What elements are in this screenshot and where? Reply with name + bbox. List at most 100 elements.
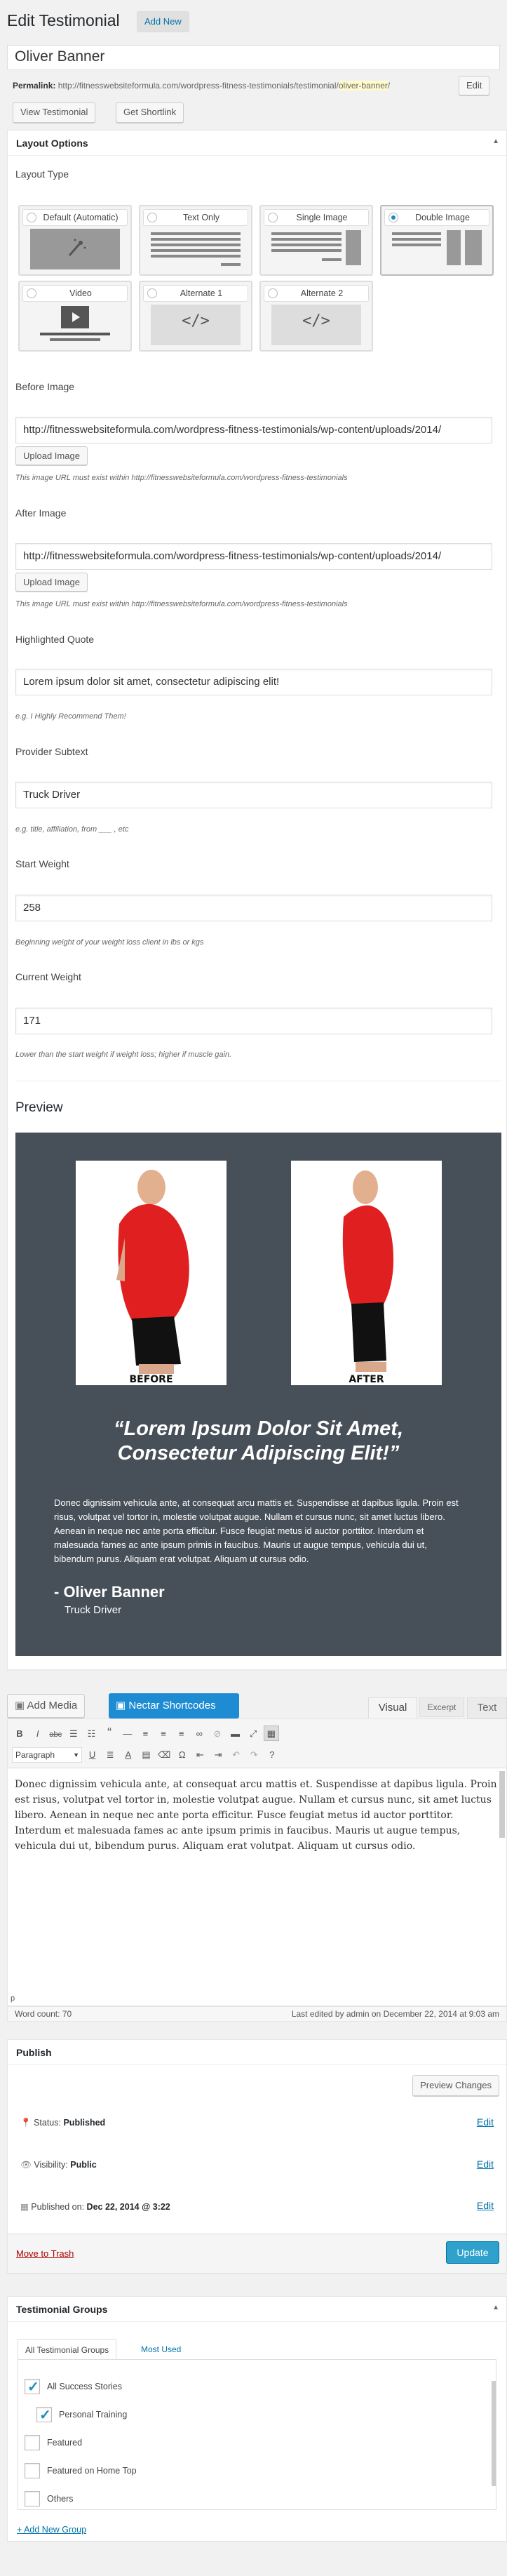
provider-subtext-hint: e.g. title, affiliation, from ___ , etc [15,825,129,834]
text-color-icon[interactable]: A [121,1747,136,1763]
double-image-icon [392,229,482,269]
preview-subtext: Truck Driver [65,1604,122,1616]
read-more-icon[interactable]: ▬ [228,1726,243,1742]
group-checkbox-personal-training[interactable] [36,2406,52,2424]
groups-scrollbar[interactable] [492,2381,496,2486]
radio-single-image[interactable] [268,213,278,222]
indent-icon[interactable]: ⇥ [210,1747,226,1763]
permalink-edit-button[interactable]: Edit [459,76,490,95]
radio-text-only[interactable] [147,213,157,222]
layout-option-alternate-2[interactable]: Alternate 2 </> [259,281,373,352]
collapse-arrow-icon[interactable]: ▲ [492,2304,499,2311]
preview-body: Donec dignissim vehicula ante, at conseq… [54,1497,459,1564]
permalink-row: Permalink: http://fitnesswebsiteformula.… [13,81,390,91]
horizontal-line-icon[interactable]: — [120,1726,135,1742]
paragraph-select[interactable]: Paragraph ▼ [12,1747,82,1763]
before-photo: BEFORE [76,1161,227,1385]
radio-default[interactable] [27,213,36,222]
layout-option-default[interactable]: Default (Automatic) [18,205,132,276]
underline-icon[interactable]: U [85,1747,100,1763]
status-edit-link[interactable]: Edit [477,2116,494,2128]
tab-visual[interactable]: Visual [368,1697,417,1719]
layout-option-alternate-1[interactable]: Alternate 1 </> [139,281,252,352]
post-title-input[interactable]: Oliver Banner [7,45,500,70]
layout-option-text-only[interactable]: Text Only [139,205,252,276]
blockquote-icon[interactable]: “ [102,1725,117,1740]
bold-icon[interactable]: B [12,1726,27,1742]
paste-text-icon[interactable]: ▤ [139,1747,154,1763]
group-checkbox-all-success[interactable] [25,2378,40,2396]
before-image-input[interactable]: http://fitnesswebsiteformula.com/wordpre… [15,417,492,443]
group-checkbox-featured-home-top[interactable] [25,2463,40,2478]
editor-content[interactable]: Donec dignissim vehicula ante, at conseq… [8,1768,506,1862]
group-label: Others [47,2494,74,2504]
add-media-button[interactable]: ▣ Add Media [7,1694,86,1718]
preview-changes-button[interactable]: Preview Changes [412,2075,499,2096]
tab-excerpt[interactable]: Excerpt [419,1697,464,1717]
radio-alternate-1[interactable] [147,288,157,298]
nectar-icon: ▣ [116,1700,126,1711]
radio-alternate-2[interactable] [268,288,278,298]
update-button[interactable]: Update [446,2241,499,2264]
before-upload-button[interactable]: Upload Image [15,446,88,465]
quote-line-2: Consectetur Adipiscing Elit!” [117,1442,400,1464]
code-icon: </> [151,305,241,345]
align-left-icon[interactable]: ≡ [137,1726,153,1742]
add-new-button[interactable]: Add New [137,11,189,32]
outdent-icon[interactable]: ⇤ [192,1747,208,1763]
media-icon: ▣ [15,1700,25,1711]
special-character-icon[interactable]: Ω [175,1747,190,1763]
move-to-trash-link[interactable]: Move to Trash [16,2248,74,2259]
numbered-list-icon[interactable]: ☷ [84,1726,100,1742]
start-weight-input[interactable]: 258 [15,895,492,921]
groups-header[interactable]: Testimonial Groups ▲ [8,2297,506,2322]
tab-all-groups[interactable]: All Testimonial Groups [18,2339,117,2360]
publish-header[interactable]: Publish [8,2040,506,2065]
clear-formatting-icon[interactable]: ⌫ [156,1747,172,1763]
permalink-slug[interactable]: oliver-banner [338,81,388,91]
toolbar-toggle-icon[interactable]: ▦ [263,1726,279,1741]
layout-option-double-image[interactable]: Double Image [380,205,494,276]
layout-option-single-image[interactable]: Single Image [259,205,373,276]
editor-scrollbar[interactable] [499,1771,505,1838]
layout-options-header[interactable]: Layout Options ▲ [8,131,506,156]
visibility-label: Visibility: [34,2160,68,2170]
undo-icon[interactable]: ↶ [229,1747,244,1763]
provider-subtext-label: Provider Subtext [15,746,88,757]
group-checkbox-others[interactable] [25,2491,40,2507]
unlink-icon[interactable]: ⊘ [210,1726,225,1742]
collapse-arrow-icon[interactable]: ▲ [492,138,499,145]
link-icon[interactable]: ∞ [191,1726,207,1742]
align-right-icon[interactable]: ≡ [174,1726,189,1742]
published-edit-link[interactable]: Edit [477,2200,494,2211]
view-testimonial-button[interactable]: View Testimonial [13,102,96,123]
strikethrough-icon[interactable]: abc [48,1727,63,1742]
permalink-label: Permalink: [13,81,56,91]
get-shortlink-button[interactable]: Get Shortlink [116,102,184,123]
radio-double-image[interactable] [388,213,398,222]
bullet-list-icon[interactable]: ☰ [66,1726,81,1742]
tab-most-used[interactable]: Most Used [141,2344,181,2354]
group-label: Featured [47,2438,83,2448]
provider-subtext-input[interactable]: Truck Driver [15,782,492,808]
permalink-base[interactable]: http://fitnesswebsiteformula.com/wordpre… [58,81,339,91]
italic-icon[interactable]: I [30,1726,46,1742]
redo-icon[interactable]: ↷ [246,1747,262,1763]
help-icon[interactable]: ? [264,1747,280,1763]
highlighted-quote-input[interactable]: Lorem ipsum dolor sit amet, consectetur … [15,669,492,695]
group-checkbox-featured[interactable] [25,2435,40,2450]
calendar-icon: ▦ [20,2202,29,2212]
group-label: Personal Training [59,2410,128,2420]
after-image-input[interactable]: http://fitnesswebsiteformula.com/wordpre… [15,543,492,570]
fullscreen-icon[interactable]: ⤢ [245,1726,261,1742]
align-center-icon[interactable]: ≡ [156,1726,171,1742]
current-weight-input[interactable]: 171 [15,1008,492,1034]
radio-video[interactable] [27,288,36,298]
nectar-shortcodes-button[interactable]: ▣ Nectar Shortcodes [109,1693,239,1719]
layout-option-video[interactable]: Video [18,281,132,352]
after-upload-button[interactable]: Upload Image [15,573,88,592]
visibility-edit-link[interactable]: Edit [477,2158,494,2170]
add-new-group-link[interactable]: + Add New Group [17,2525,86,2535]
justify-icon[interactable]: ≣ [102,1747,118,1763]
tab-text[interactable]: Text [467,1697,507,1719]
